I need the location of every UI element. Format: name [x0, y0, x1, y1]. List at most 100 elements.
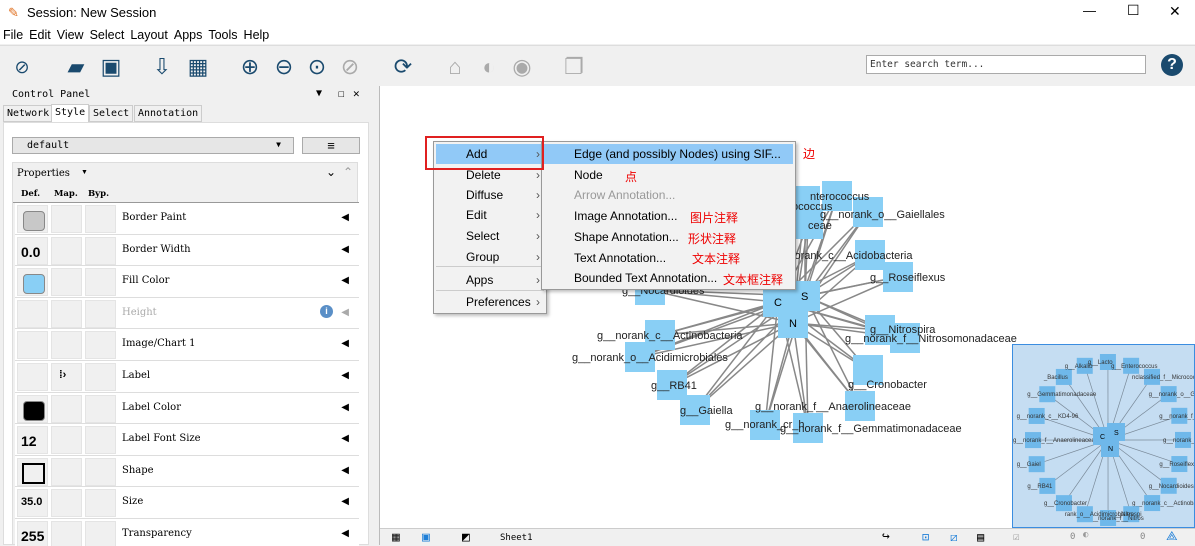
properties-dropdown-icon[interactable]: ▼: [81, 169, 88, 176]
mapping-cell[interactable]: [51, 268, 82, 296]
menu-help[interactable]: Help: [241, 26, 273, 42]
expand-all-icon[interactable]: ⌄: [326, 165, 336, 179]
properties-label[interactable]: Properties: [17, 168, 70, 179]
submenu-item[interactable]: Text Annotation...: [544, 248, 793, 268]
close-panel-icon[interactable]: ✕: [353, 87, 360, 100]
grid-view-icon[interactable]: ▦: [392, 530, 400, 545]
mapping-cell[interactable]: [51, 205, 82, 233]
property-row[interactable]: 35.0 Size ◀: [15, 487, 359, 519]
hide-icon[interactable]: ◐: [475, 54, 503, 80]
panel-menu-icon[interactable]: ▼: [316, 88, 322, 99]
mapping-cell[interactable]: [51, 426, 82, 454]
bypass-cell[interactable]: [85, 237, 116, 265]
mapping-cell[interactable]: [51, 489, 82, 517]
menu-item-diffuse[interactable]: Diffuse›: [436, 185, 544, 205]
menu-view[interactable]: View: [54, 26, 87, 42]
zoom-out-icon[interactable]: ⊖: [270, 54, 298, 80]
show-icon[interactable]: ◉: [508, 54, 536, 80]
default-cell[interactable]: 12: [17, 426, 48, 454]
default-cell[interactable]: 0.0: [17, 237, 48, 265]
help-icon[interactable]: ?: [1161, 54, 1183, 76]
refresh-icon[interactable]: ⟳: [389, 54, 417, 80]
expand-arrow-icon[interactable]: ◀: [341, 528, 349, 539]
open-folder-icon[interactable]: ▰: [62, 54, 90, 80]
property-row[interactable]: 12 Label Font Size ◀: [15, 424, 359, 456]
panel-splitter[interactable]: [372, 86, 380, 545]
property-row[interactable]: 255 Transparency ◀: [15, 519, 359, 546]
expand-arrow-icon[interactable]: ◀: [341, 402, 349, 413]
menu-tools[interactable]: Tools: [205, 26, 240, 42]
default-cell[interactable]: [17, 205, 48, 233]
property-row[interactable]: Image/Chart 1 ◀: [15, 329, 359, 361]
property-row[interactable]: ⁞› Label ◀: [15, 361, 359, 393]
expand-arrow-icon[interactable]: ◀: [341, 275, 349, 286]
default-cell[interactable]: [17, 458, 48, 486]
default-cell[interactable]: [17, 268, 48, 296]
menu-item-select[interactable]: Select›: [436, 226, 544, 246]
save-icon[interactable]: ▣: [97, 54, 125, 80]
bypass-cell[interactable]: [85, 268, 116, 296]
network-view-icon[interactable]: ▣: [422, 530, 430, 545]
menu-item-preferences[interactable]: Preferences›: [436, 292, 544, 312]
maximize-button[interactable]: ☐: [1127, 2, 1140, 19]
default-cell[interactable]: [17, 300, 48, 328]
property-row[interactable]: Height i ◀: [15, 298, 359, 330]
default-cell[interactable]: 255: [17, 521, 48, 546]
network-overview-minimap[interactable]: _Bacillusg__Alkalibg__Lactog__Enterococc…: [1012, 344, 1195, 528]
menu-layout[interactable]: Layout: [127, 26, 171, 42]
close-button[interactable]: ✕: [1169, 3, 1181, 20]
property-row[interactable]: Border Paint ◀: [15, 203, 359, 235]
menu-item-apps[interactable]: Apps›: [436, 270, 544, 290]
menu-item-group[interactable]: Group›: [436, 247, 544, 267]
property-row[interactable]: Label Color ◀: [15, 393, 359, 425]
default-cell[interactable]: 35.0: [17, 489, 48, 517]
mapping-cell[interactable]: ⁞›: [51, 363, 82, 391]
bypass-cell[interactable]: [85, 489, 116, 517]
expand-arrow-icon[interactable]: ◀: [341, 465, 349, 476]
bypass-cell[interactable]: [85, 205, 116, 233]
info-icon[interactable]: i: [320, 305, 333, 318]
expand-arrow-icon[interactable]: ◀: [341, 496, 349, 507]
submenu-item[interactable]: Arrow Annotation...: [544, 185, 793, 205]
tab-annotation[interactable]: Annotation: [134, 105, 202, 122]
expand-arrow-icon[interactable]: ◀: [341, 212, 349, 223]
search-input[interactable]: Enter search term...: [866, 55, 1146, 74]
bypass-cell[interactable]: [85, 426, 116, 454]
mapping-cell[interactable]: [51, 331, 82, 359]
default-cell[interactable]: [17, 331, 48, 359]
detach-view-icon[interactable]: ◩: [462, 530, 470, 545]
menu-select[interactable]: Select: [87, 26, 128, 42]
zoom-fit-icon[interactable]: ⊙: [303, 54, 331, 80]
tab-select[interactable]: Select: [89, 105, 133, 122]
import-table-icon[interactable]: ▦: [184, 54, 212, 80]
select-annotations-icon[interactable]: ▤: [977, 530, 984, 544]
home-icon[interactable]: ⌂: [441, 54, 469, 80]
share-icon[interactable]: ↪: [882, 529, 890, 544]
expand-arrow-icon[interactable]: ◀: [341, 244, 349, 255]
expand-arrow-icon[interactable]: ◀: [341, 338, 349, 349]
export-icon[interactable]: ❐: [560, 54, 588, 80]
mapping-cell[interactable]: [51, 458, 82, 486]
bypass-cell[interactable]: [85, 300, 116, 328]
mapping-cell[interactable]: [51, 395, 82, 423]
bypass-cell[interactable]: [85, 521, 116, 546]
bypass-cell[interactable]: [85, 458, 116, 486]
mapping-cell[interactable]: [51, 237, 82, 265]
mapping-cell[interactable]: [51, 521, 82, 546]
menu-apps[interactable]: Apps: [171, 26, 206, 42]
tab-network[interactable]: Network: [3, 105, 53, 122]
expand-arrow-icon[interactable]: ◀: [341, 307, 349, 318]
minimize-button[interactable]: —: [1083, 3, 1096, 18]
bypass-cell[interactable]: [85, 395, 116, 423]
property-row[interactable]: 0.0 Border Width ◀: [15, 235, 359, 267]
collapse-all-icon[interactable]: ⌃: [343, 165, 353, 179]
float-panel-icon[interactable]: ☐: [338, 87, 345, 100]
bypass-cell[interactable]: [85, 363, 116, 391]
property-row[interactable]: Fill Color ◀: [15, 266, 359, 298]
select-nodes-icon[interactable]: ⊡: [922, 530, 929, 544]
menu-edit[interactable]: Edit: [26, 26, 54, 42]
expand-arrow-icon[interactable]: ◀: [341, 433, 349, 444]
default-cell[interactable]: [17, 395, 48, 423]
zoom-in-icon[interactable]: ⊕: [236, 54, 264, 80]
menu-file[interactable]: File: [0, 26, 26, 42]
